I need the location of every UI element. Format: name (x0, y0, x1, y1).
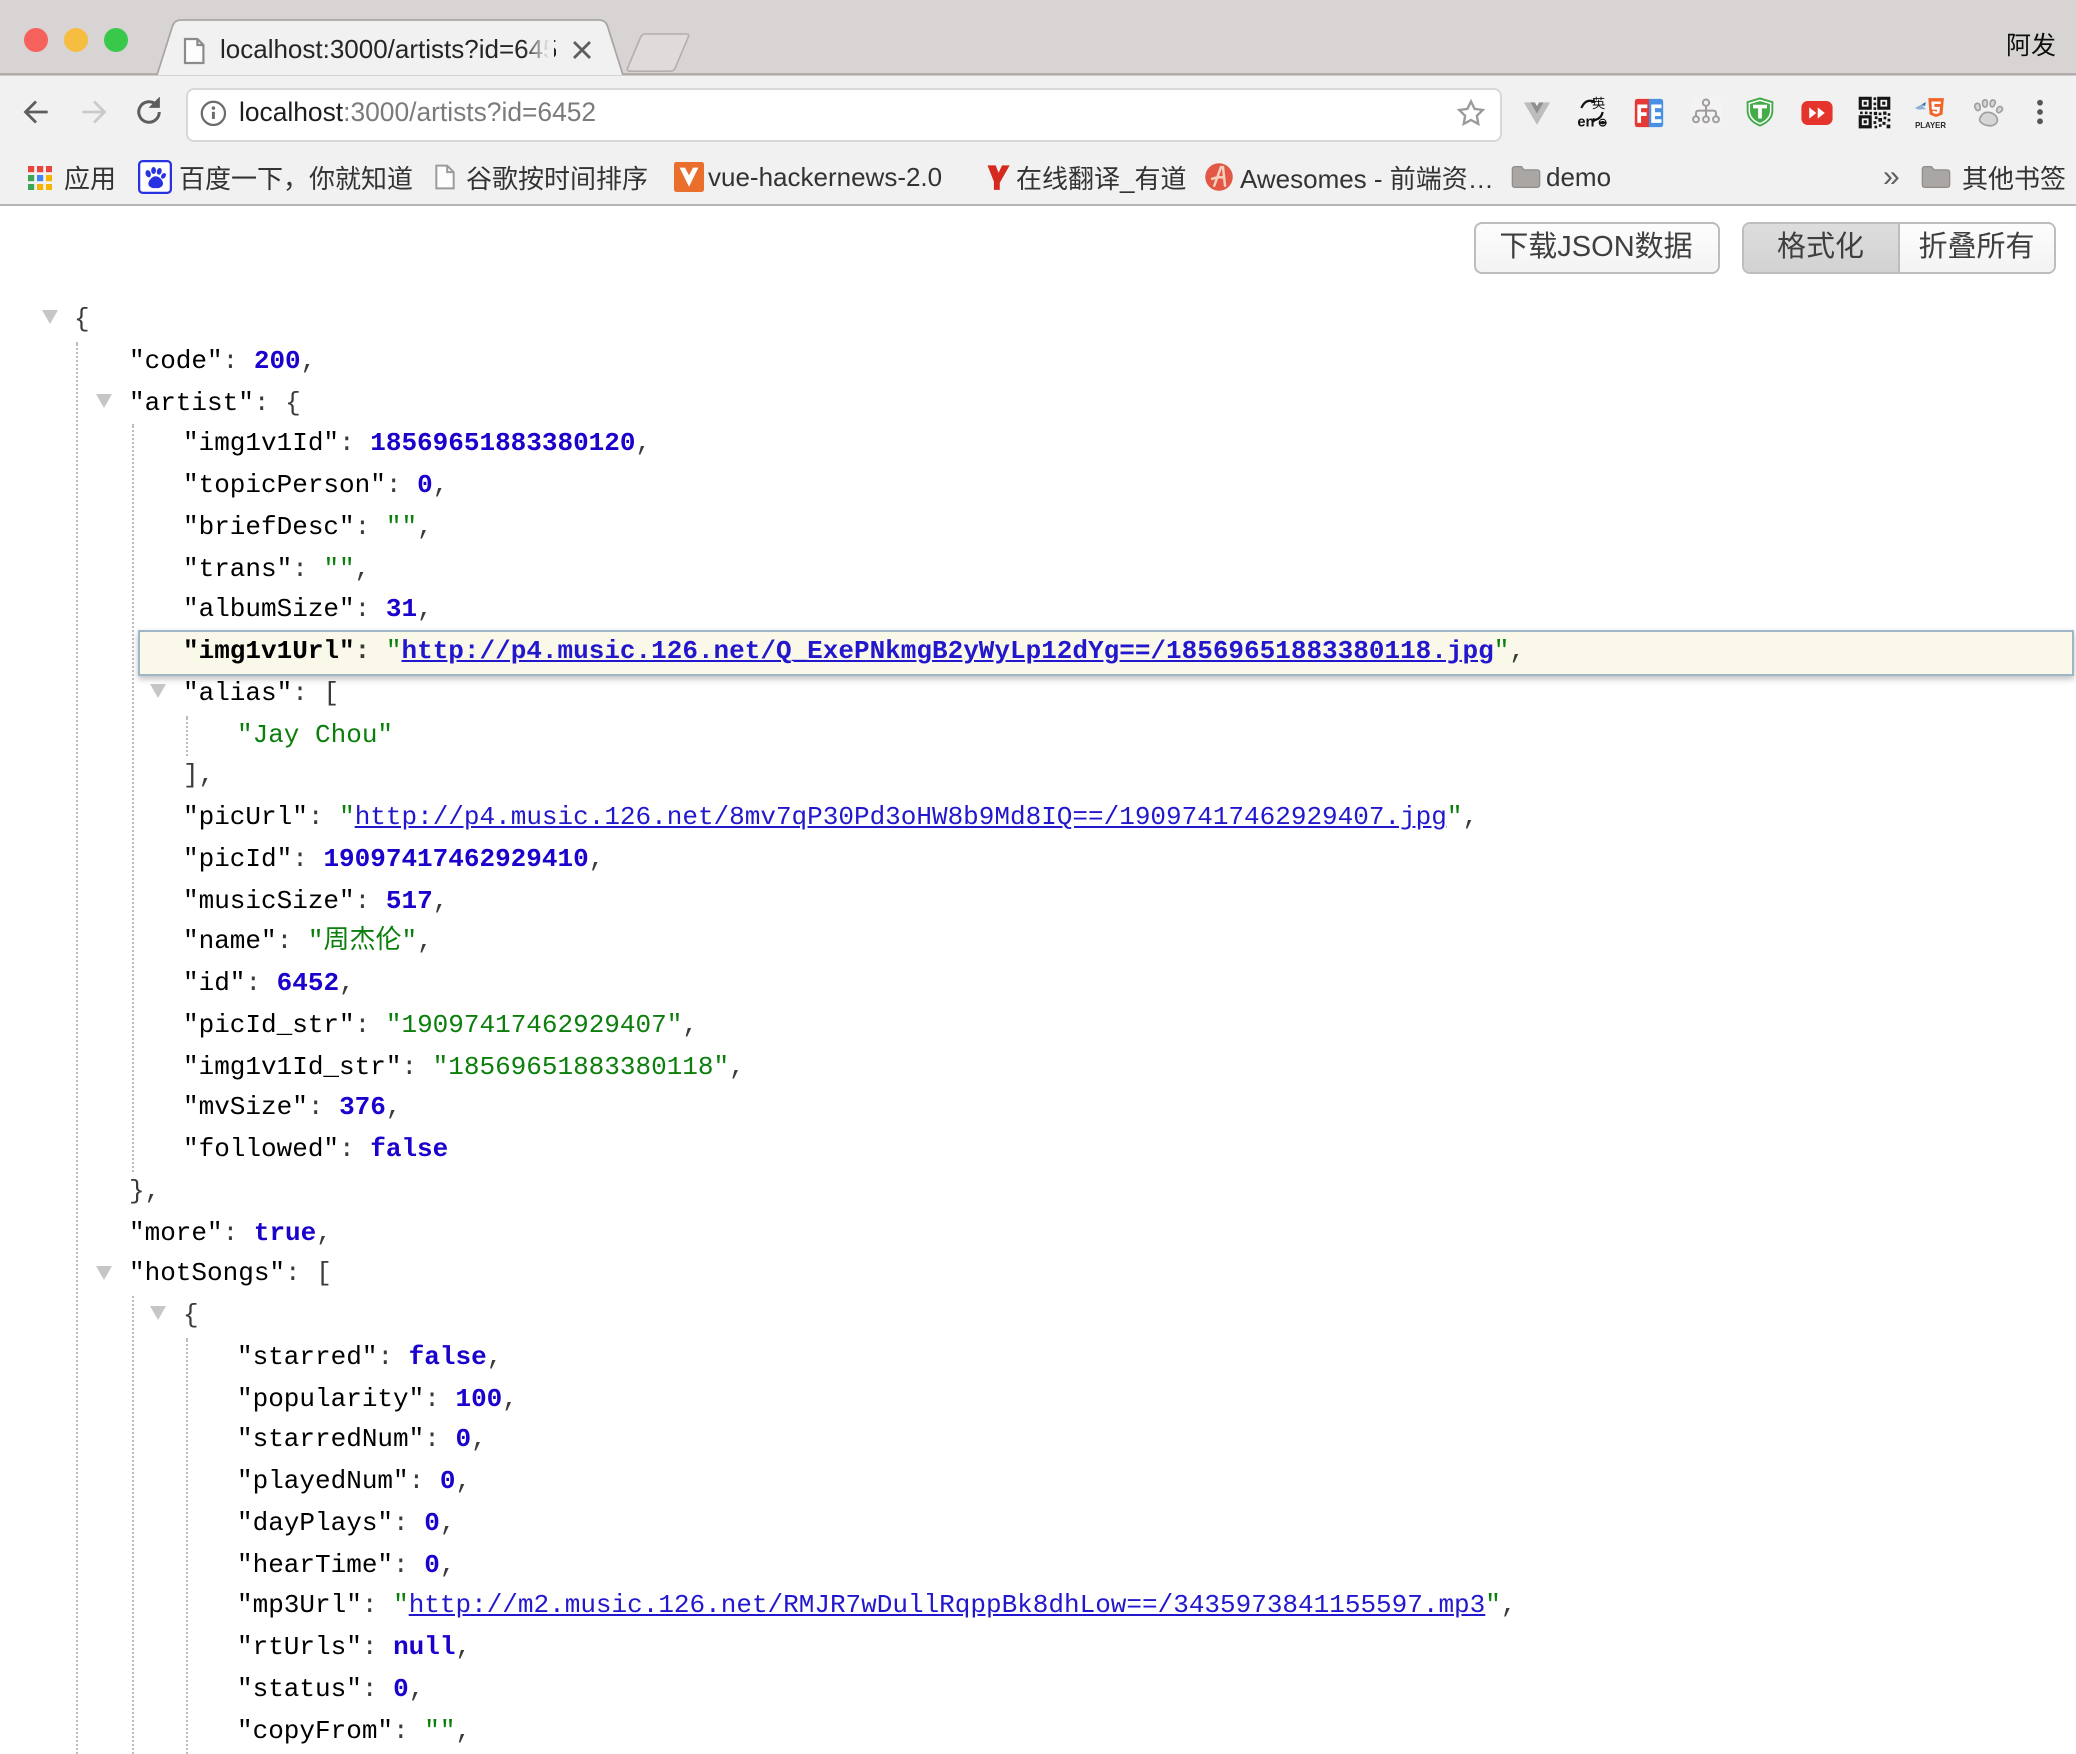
svg-text:en: en (1577, 115, 1594, 128)
svg-text:PLAYER: PLAYER (1915, 121, 1946, 130)
